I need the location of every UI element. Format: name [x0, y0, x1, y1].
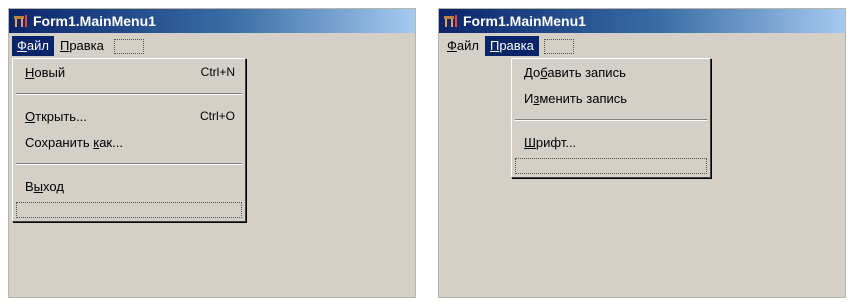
menu-separator: [515, 119, 707, 121]
menu-new-item-placeholder[interactable]: [16, 202, 242, 218]
menu-item-label: Добавить запись: [524, 64, 626, 80]
menu-item-label: Открыть...: [25, 108, 87, 124]
menu-item-label: Сохранить как...: [25, 134, 123, 150]
menu-item-font[interactable]: Шрифт...: [512, 129, 710, 155]
menu-item-open[interactable]: Открыть... Ctrl+O: [13, 103, 245, 129]
menu-item-new[interactable]: Новый Ctrl+N: [13, 59, 245, 85]
file-dropdown: Новый Ctrl+N Открыть... Ctrl+O Сохранить…: [12, 58, 246, 222]
edit-dropdown: Добавить запись Изменить запись Шрифт...: [511, 58, 711, 178]
menu-file[interactable]: Файл: [442, 36, 484, 56]
form-window-file-menu: Form1.MainMenu1 Файл Правка Новый Ctrl+N…: [8, 8, 416, 298]
menu-bar: Файл Правка: [9, 35, 415, 57]
menu-separator: [16, 93, 242, 95]
menu-item-save-as[interactable]: Сохранить как...: [13, 129, 245, 155]
menu-item-add-record[interactable]: Добавить запись: [512, 59, 710, 85]
menu-separator: [16, 163, 242, 165]
window-title: Form1.MainMenu1: [463, 13, 586, 29]
menu-new-item-placeholder[interactable]: [543, 38, 574, 54]
menu-item-label: Выход: [25, 178, 64, 194]
menu-item-label: Изменить запись: [524, 90, 628, 106]
menu-item-label: Шрифт...: [524, 134, 577, 150]
form-designer-icon: [444, 15, 457, 27]
menu-new-item-placeholder[interactable]: [515, 158, 707, 174]
menu-edit[interactable]: Правка: [484, 36, 539, 56]
menu-file[interactable]: Файл: [12, 36, 54, 56]
menu-new-item-placeholder[interactable]: [113, 38, 144, 54]
menu-bar: Файл Правка: [439, 35, 845, 57]
shortcut-label: Ctrl+N: [200, 65, 235, 79]
form-designer-icon: [14, 15, 27, 27]
form-window-edit-menu: Form1.MainMenu1 Файл Правка Добавить зап…: [438, 8, 846, 298]
menu-edit[interactable]: Правка: [55, 36, 109, 56]
title-bar[interactable]: Form1.MainMenu1: [9, 9, 415, 33]
window-title: Form1.MainMenu1: [33, 13, 156, 29]
shortcut-label: Ctrl+O: [199, 109, 235, 123]
menu-item-edit-record[interactable]: Изменить запись: [512, 85, 710, 111]
menu-item-label: Новый: [25, 64, 66, 80]
menu-item-exit[interactable]: Выход: [13, 173, 245, 199]
title-bar[interactable]: Form1.MainMenu1: [439, 9, 845, 33]
